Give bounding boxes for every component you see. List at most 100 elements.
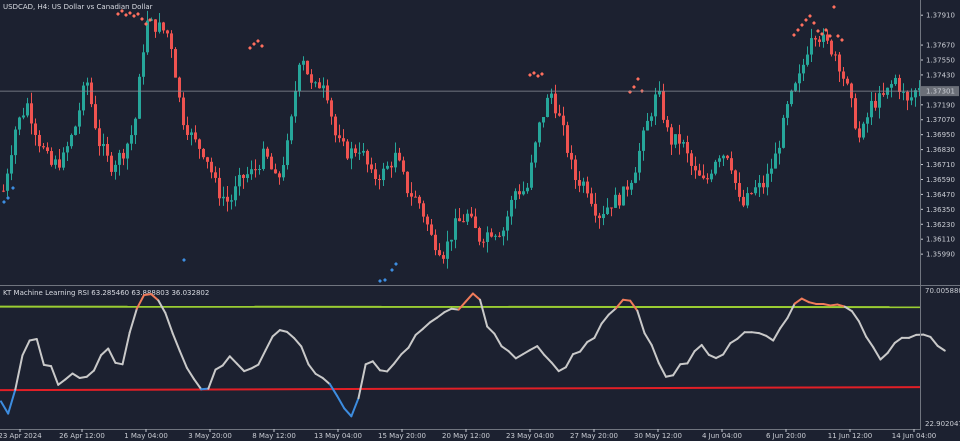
candle-body: [842, 71, 845, 79]
candle-body: [578, 180, 581, 186]
rsi-lower-level-line: [0, 386, 921, 392]
rsi-line-segment: [807, 301, 818, 305]
rsi-line-segment: [0, 400, 10, 415]
rsi-line-segment: [429, 316, 439, 324]
candle-body: [170, 33, 173, 50]
sell-signal-marker: [140, 17, 144, 21]
time-tick-label: 15 May 20:00: [378, 432, 426, 440]
candle-body: [898, 77, 901, 92]
candle-body: [562, 115, 565, 126]
sell-signal-marker: [256, 39, 260, 43]
candle-body: [122, 152, 125, 159]
candle-body: [706, 178, 709, 180]
rsi-line-segment: [371, 360, 381, 372]
candle-body: [194, 132, 197, 140]
rsi-line-segment: [529, 345, 539, 352]
rsi-line-segment: [850, 310, 860, 323]
candle-body: [190, 132, 193, 135]
rsi-line-segment: [386, 362, 396, 373]
rsi-line-segment: [800, 297, 810, 304]
candle-body: [766, 173, 769, 188]
candle-body: [262, 148, 265, 169]
rsi-line-segment: [557, 366, 567, 373]
rsi-panel[interactable]: KT Machine Learning RSI 63.285460 63.888…: [0, 287, 960, 428]
rsi-line-segment: [664, 374, 675, 378]
time-tick-label: 27 May 20:00: [570, 432, 618, 440]
candle-body: [306, 60, 309, 75]
candle-body: [434, 234, 437, 251]
rsi-line-segment: [464, 292, 474, 303]
candle-body: [58, 159, 61, 168]
candle-body: [774, 153, 777, 169]
candle-body: [186, 125, 189, 135]
rsi-line-segment: [865, 335, 875, 349]
candle-body: [638, 150, 641, 173]
candle-body: [62, 152, 65, 168]
rsi-line-segment: [14, 354, 24, 391]
rsi-line-segment: [736, 331, 746, 340]
price-panel[interactable]: USDCAD, H4: US Dollar vs Canadian Dollar…: [0, 3, 959, 283]
rsi-line-segment: [514, 353, 524, 360]
rsi-line-segment: [779, 316, 789, 330]
price-axis: 1.37910 1.37670 1.37550 1.37430 1.37190 1.370…: [920, 12, 955, 259]
rsi-line-segment: [121, 331, 131, 366]
rsi-line-segment: [772, 327, 782, 342]
sell-signal-marker: [832, 5, 836, 9]
time-tick-label: 23 Apr 2024: [0, 432, 42, 440]
rsi-line-segment: [922, 333, 932, 338]
candle-body: [846, 78, 849, 84]
rsi-line-segment: [264, 335, 274, 352]
time-tick-label: 23 May 04:00: [506, 432, 554, 440]
candle-body: [582, 181, 585, 186]
time-tick-label: 4 Jun 04:00: [702, 432, 742, 440]
candle-body: [230, 200, 233, 202]
rsi-line-segment: [700, 343, 710, 356]
candle-body: [18, 117, 21, 130]
candle-body: [546, 97, 549, 118]
candle-body: [882, 93, 885, 95]
rsi-line-segment: [622, 298, 632, 302]
rsi-line-segment: [7, 388, 17, 415]
candle-body: [678, 134, 681, 144]
rsi-line-segment: [450, 307, 460, 311]
candle-body: [718, 158, 721, 162]
candle-body: [834, 54, 837, 56]
rsi-line-segment: [178, 349, 188, 369]
candle-body: [450, 239, 453, 242]
sell-signal-marker: [128, 11, 132, 15]
candle-body: [710, 173, 713, 180]
candle-body: [502, 230, 505, 237]
sell-signal-marker: [816, 29, 820, 33]
candle-body: [298, 64, 301, 92]
rsi-line-segment: [686, 350, 696, 365]
sell-signal-marker: [628, 90, 632, 94]
candle-body: [50, 151, 53, 165]
candle-body: [430, 224, 433, 235]
rsi-line-segment: [207, 368, 217, 390]
sell-signal-marker: [540, 72, 544, 76]
candle-body: [426, 216, 429, 225]
candle-body: [570, 152, 573, 160]
candle-body: [158, 22, 161, 32]
rsi-line-segment: [486, 325, 496, 335]
candle-body: [454, 218, 457, 240]
price-tick-label: 1.35990: [926, 251, 955, 259]
rsi-line-segment: [750, 331, 760, 335]
buy-signal-marker: [378, 279, 382, 283]
rsi-line-segment: [271, 329, 281, 338]
chart-canvas[interactable]: USDCAD, H4: US Dollar vs Canadian Dollar…: [0, 0, 960, 441]
price-tick-label: 1.36110: [926, 236, 955, 244]
rsi-line-segment: [600, 313, 610, 325]
buy-signal-marker: [383, 278, 387, 282]
candle-body: [862, 123, 865, 138]
sell-signal-marker: [808, 14, 812, 18]
candle-body: [42, 146, 45, 148]
candle-body: [494, 235, 497, 237]
candle-body: [722, 155, 725, 159]
candle-body: [106, 144, 109, 156]
candle-body: [818, 39, 821, 42]
candle-body: [286, 140, 289, 166]
candle-body: [910, 97, 913, 101]
candle-body: [686, 142, 689, 154]
candle-body: [742, 196, 745, 206]
